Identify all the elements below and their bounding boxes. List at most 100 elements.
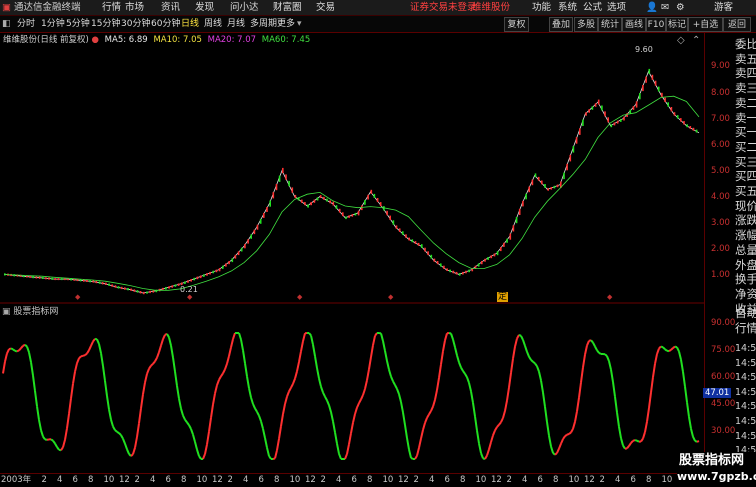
chart-area[interactable]: ◆ ◆ ◆ ◆ ◆ xyxy=(0,33,704,473)
menu-trade[interactable]: 交易 xyxy=(316,0,335,16)
mark-button[interactable]: 标记 xyxy=(666,17,688,32)
indicator-segment xyxy=(158,345,162,353)
indicator-segment xyxy=(72,371,76,384)
indicator-segment xyxy=(612,381,616,397)
indicator-segment xyxy=(106,395,110,410)
candle xyxy=(354,212,357,216)
add-watchlist-button[interactable]: +自选 xyxy=(688,17,723,32)
period-daily[interactable]: 日线 xyxy=(181,16,199,33)
menu-discover[interactable]: 发现 xyxy=(195,0,214,16)
candle xyxy=(411,239,414,243)
indicator-segment xyxy=(402,412,406,426)
indicator-segment xyxy=(192,434,196,443)
candle xyxy=(692,127,695,131)
back-button[interactable]: 返回 xyxy=(723,17,751,32)
indicator-segment xyxy=(606,355,610,362)
indicator-segment xyxy=(566,432,570,436)
indicator-segment xyxy=(166,333,170,338)
candle xyxy=(313,199,316,203)
menu-formula[interactable]: 公式 xyxy=(583,0,602,16)
candle xyxy=(168,286,170,289)
login-status[interactable]: 证券交易未登录 xyxy=(410,0,477,16)
indicator-segment xyxy=(162,334,166,340)
overlay-button[interactable]: 叠加 xyxy=(549,17,573,32)
menu-ask[interactable]: 问小达 xyxy=(230,0,259,16)
indicator-segment xyxy=(614,396,618,413)
candle xyxy=(379,202,382,207)
period-5min[interactable]: 5分钟 xyxy=(66,16,90,33)
indicator-segment xyxy=(558,443,562,449)
indicator-segment xyxy=(436,377,440,391)
chevron-down-icon[interactable]: ▾ xyxy=(297,16,302,33)
candle xyxy=(247,239,249,244)
period-30min[interactable]: 30分钟 xyxy=(121,16,150,33)
quote-row-label: 外盘 xyxy=(735,257,756,272)
period-intraday[interactable]: 分时 xyxy=(17,16,35,33)
period-multi[interactable]: 多周期 xyxy=(250,16,277,33)
draw-button[interactable]: 画线 xyxy=(622,17,646,32)
candle xyxy=(462,271,464,275)
quote-row-label: 委比 xyxy=(735,37,756,51)
indicator-segment xyxy=(208,417,212,432)
message-icon[interactable]: ✉ xyxy=(661,0,669,16)
event-marker[interactable]: 定 xyxy=(497,292,509,302)
menu-quotes[interactable]: 行情 xyxy=(102,0,121,16)
indicator-segment xyxy=(168,337,172,346)
indicator-segment xyxy=(268,455,272,460)
date-axis-label: 4 xyxy=(522,475,528,485)
indicator-segment xyxy=(284,396,288,405)
adjust-button[interactable]: 复权 xyxy=(504,17,529,32)
indicator-segment xyxy=(682,371,686,387)
settings-icon[interactable]: ⚙ xyxy=(676,0,685,16)
quote-row-label: 买二 xyxy=(735,139,756,154)
period-more[interactable]: 更多 xyxy=(277,16,295,33)
indicator-segment xyxy=(126,448,130,455)
indicator-segment xyxy=(16,349,20,353)
indicator-segment xyxy=(420,429,424,439)
menu-system[interactable]: 系统 xyxy=(558,0,577,16)
user-icon[interactable]: 👤 xyxy=(646,0,658,16)
date-axis-label: 2 xyxy=(413,475,419,485)
price-axis-label: 2.00 xyxy=(711,244,730,254)
indicator-segment xyxy=(640,438,644,443)
menu-news[interactable]: 资讯 xyxy=(161,0,180,16)
menu-function[interactable]: 功能 xyxy=(532,0,551,16)
indicator-segment xyxy=(534,362,538,367)
period-60min[interactable]: 60分钟 xyxy=(151,16,180,33)
menu-market[interactable]: 市场 xyxy=(125,0,144,16)
indicator-segment xyxy=(180,408,184,416)
layout-icon[interactable]: ◧ xyxy=(2,16,11,33)
candle xyxy=(506,238,508,243)
indicator-segment xyxy=(186,421,190,426)
candle xyxy=(272,192,275,199)
candle xyxy=(436,261,439,265)
indicator-segment xyxy=(350,422,354,434)
stats-button[interactable]: 统计 xyxy=(598,17,622,32)
candle xyxy=(626,113,628,117)
indicator-segment xyxy=(360,394,364,400)
indicator-segment xyxy=(470,391,474,403)
menu-wealth[interactable]: 财富圈 xyxy=(273,0,302,16)
multi-stock-button[interactable]: 多股 xyxy=(574,17,598,32)
candle xyxy=(83,279,85,282)
period-15min[interactable]: 15分钟 xyxy=(91,16,120,33)
user-label[interactable]: 游客 xyxy=(714,0,733,16)
candle xyxy=(402,231,404,235)
indicator-segment xyxy=(142,382,146,395)
indicator-segment xyxy=(636,439,640,443)
indicator-segment xyxy=(50,438,54,442)
candle xyxy=(120,286,123,290)
f10-button[interactable]: F10 xyxy=(646,17,666,32)
candle xyxy=(105,282,107,285)
indicator-segment xyxy=(54,443,58,448)
period-monthly[interactable]: 月线 xyxy=(227,16,245,33)
date-axis-label: 12 xyxy=(305,475,316,485)
indicator-segment xyxy=(332,421,336,433)
quote-row-label: 卖三 xyxy=(735,81,756,96)
menu-options[interactable]: 选项 xyxy=(607,0,626,16)
indicator-segment xyxy=(608,360,612,370)
candle xyxy=(48,277,50,280)
period-weekly[interactable]: 周线 xyxy=(204,16,222,33)
period-1min[interactable]: 1分钟 xyxy=(41,16,65,33)
date-axis-label: 10 xyxy=(382,475,394,485)
